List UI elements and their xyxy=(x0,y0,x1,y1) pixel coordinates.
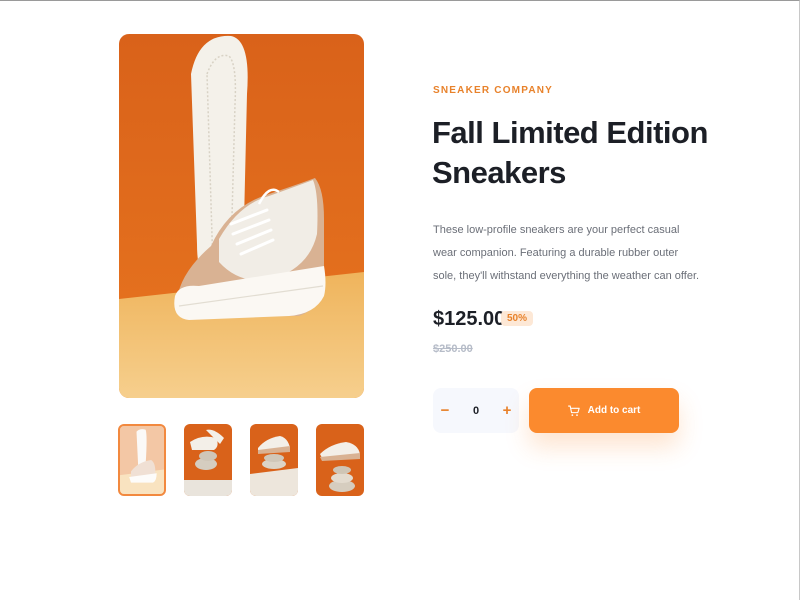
thumbnail-1-image xyxy=(120,426,164,494)
thumbnail-2[interactable] xyxy=(184,424,232,496)
cart-icon xyxy=(567,405,580,416)
company-name: SNEAKER COMPANY xyxy=(433,85,554,96)
plus-icon[interactable]: + xyxy=(495,388,519,433)
thumbnail-2-image xyxy=(184,424,232,496)
product-title: Fall Limited Edition Sneakers xyxy=(432,115,708,190)
product-page: SNEAKER COMPANY Fall Limited Edition Sne… xyxy=(0,0,800,600)
add-to-cart-button[interactable]: Add to cart xyxy=(529,388,679,433)
product-description: These low-profile sneakers are your perf… xyxy=(433,224,700,282)
thumbnail-4[interactable] xyxy=(316,424,364,496)
quantity-value: 0 xyxy=(472,404,480,417)
quantity-stepper: − 0 + xyxy=(433,388,519,433)
thumbnail-3[interactable] xyxy=(250,424,298,496)
original-price: $250.00 xyxy=(433,343,473,355)
thumbnail-4-image xyxy=(316,424,364,496)
main-product-image[interactable] xyxy=(119,34,364,398)
add-to-cart-label: Add to cart xyxy=(587,405,641,416)
sneaker-photo xyxy=(119,34,364,398)
discount-badge: 50% xyxy=(501,311,534,326)
minus-icon[interactable]: − xyxy=(433,388,457,433)
thumbnail-1[interactable] xyxy=(118,424,166,496)
current-price: $125.00 xyxy=(433,308,506,330)
thumbnail-3-image xyxy=(250,424,298,496)
